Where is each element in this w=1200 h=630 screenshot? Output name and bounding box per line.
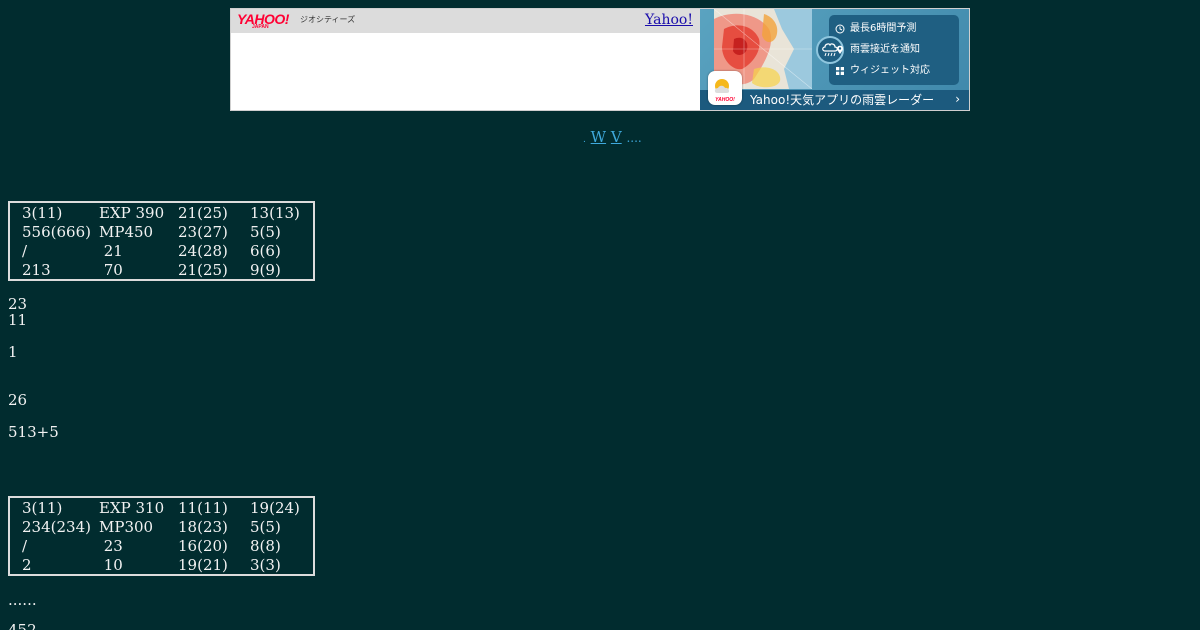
nav-dot: .	[583, 135, 586, 145]
table-cell: 9(9)	[250, 261, 281, 279]
stats-table-2: 3(11) EXP 310 11(11) 19(24) 234(234) MP3…	[8, 496, 315, 576]
table-cell: 234(234)	[22, 518, 91, 536]
widget-icon	[836, 67, 844, 75]
yahoo-link[interactable]: Yahoo!	[645, 12, 693, 28]
stats-table-1: 3(11) EXP 390 21(25) 13(13) 556(666) MP4…	[8, 201, 315, 281]
text-line: 23	[8, 295, 28, 313]
table-cell: EXP 390	[99, 204, 165, 222]
text-line: 11	[8, 311, 28, 329]
feature-notify-label: 雨雲接近を通知	[850, 44, 920, 55]
table-cell: 6(6)	[250, 242, 281, 260]
chevron-right-icon: ›	[955, 92, 960, 106]
table-cell: 70	[99, 261, 123, 279]
table-row: / 21 24(28) 6(6)	[22, 242, 310, 261]
table-cell: 556(666)	[22, 223, 91, 241]
ad-header: YAHOO! JAPAN ジオシティーズ Yahoo!	[231, 9, 700, 33]
text-line: 1	[8, 343, 18, 361]
feature-notify: 雨雲接近を通知	[837, 44, 920, 56]
stats-table: 3(11) EXP 390 21(25) 13(13) 556(666) MP4…	[22, 204, 310, 280]
app-promo-text: Yahoo!天気アプリの雨雲レーダー	[750, 93, 935, 107]
nav-links: . W V ....	[583, 128, 642, 146]
table-cell: 18(23)	[178, 518, 228, 536]
table-row: 556(666) MP450 23(27) 5(5)	[22, 223, 310, 242]
table-cell: 3(11)	[22, 204, 63, 222]
table-cell: 3(3)	[250, 556, 281, 574]
table-cell: 21(25)	[178, 261, 228, 279]
table-cell: 10	[99, 556, 123, 574]
feature-forecast-label: 最長6時間予測	[850, 23, 917, 34]
table-cell: /	[22, 537, 28, 555]
table-cell: EXP 310	[99, 499, 165, 517]
table-cell: 8(8)	[250, 537, 281, 555]
yahoo-japan-logo-sub: JAPAN	[252, 24, 269, 30]
weather-app-icon: YAHOO!	[708, 71, 742, 105]
feature-forecast: 最長6時間予測	[835, 23, 917, 35]
table-cell: 24(28)	[178, 242, 228, 260]
table-cell: 23(27)	[178, 223, 228, 241]
table-cell: MP450	[99, 223, 154, 241]
nav-link-v[interactable]: V	[611, 128, 622, 146]
table-cell: 5(5)	[250, 518, 281, 536]
ad-banner[interactable]: YAHOO! JAPAN ジオシティーズ Yahoo! 最長6時間予測 雨雲接近…	[230, 8, 970, 111]
text-line: 26	[8, 391, 28, 409]
table-cell: 3(11)	[22, 499, 63, 517]
table-cell: 11(11)	[178, 499, 228, 517]
app-icon-label: YAHOO!	[715, 97, 735, 103]
table-cell: 2	[22, 556, 32, 574]
table-cell: 23	[99, 537, 123, 555]
text-line: 452	[8, 621, 37, 630]
nav-ellipsis: ....	[626, 131, 642, 145]
table-cell: 21	[99, 242, 123, 260]
table-cell: MP300	[99, 518, 154, 536]
map-pin-icon	[837, 45, 843, 54]
clock-icon	[835, 24, 845, 34]
feature-widget-label: ウィジェット対応	[850, 65, 930, 76]
text-line: ......	[8, 591, 37, 609]
stats-table: 3(11) EXP 310 11(11) 19(24) 234(234) MP3…	[22, 499, 310, 575]
table-cell: 16(20)	[178, 537, 228, 555]
table-row: 3(11) EXP 310 11(11) 19(24)	[22, 499, 310, 518]
service-name: ジオシティーズ	[300, 15, 356, 24]
table-row: 2 10 19(21) 3(3)	[22, 556, 310, 575]
table-cell: 5(5)	[250, 223, 281, 241]
page: YAHOO! JAPAN ジオシティーズ Yahoo! 最長6時間予測 雨雲接近…	[0, 0, 1200, 630]
table-row: 3(11) EXP 390 21(25) 13(13)	[22, 204, 310, 223]
table-row: / 23 16(20) 8(8)	[22, 537, 310, 556]
table-cell: 19(21)	[178, 556, 228, 574]
table-cell: 19(24)	[250, 499, 300, 517]
table-cell: /	[22, 242, 28, 260]
table-cell: 21(25)	[178, 204, 228, 222]
table-cell: 213	[22, 261, 51, 279]
table-row: 213 70 21(25) 9(9)	[22, 261, 310, 280]
feature-widget: ウィジェット対応	[836, 65, 930, 77]
ad-left-panel: YAHOO! JAPAN ジオシティーズ Yahoo!	[231, 9, 700, 110]
table-cell: 13(13)	[250, 204, 300, 222]
table-row: 234(234) MP300 18(23) 5(5)	[22, 518, 310, 537]
weather-app-ad[interactable]: 最長6時間予測 雨雲接近を通知 ウィジェット対応 Yahoo!天気アプリの雨雲レ…	[700, 9, 969, 110]
nav-link-w[interactable]: W	[591, 128, 606, 146]
text-line: 513+5	[8, 423, 59, 441]
